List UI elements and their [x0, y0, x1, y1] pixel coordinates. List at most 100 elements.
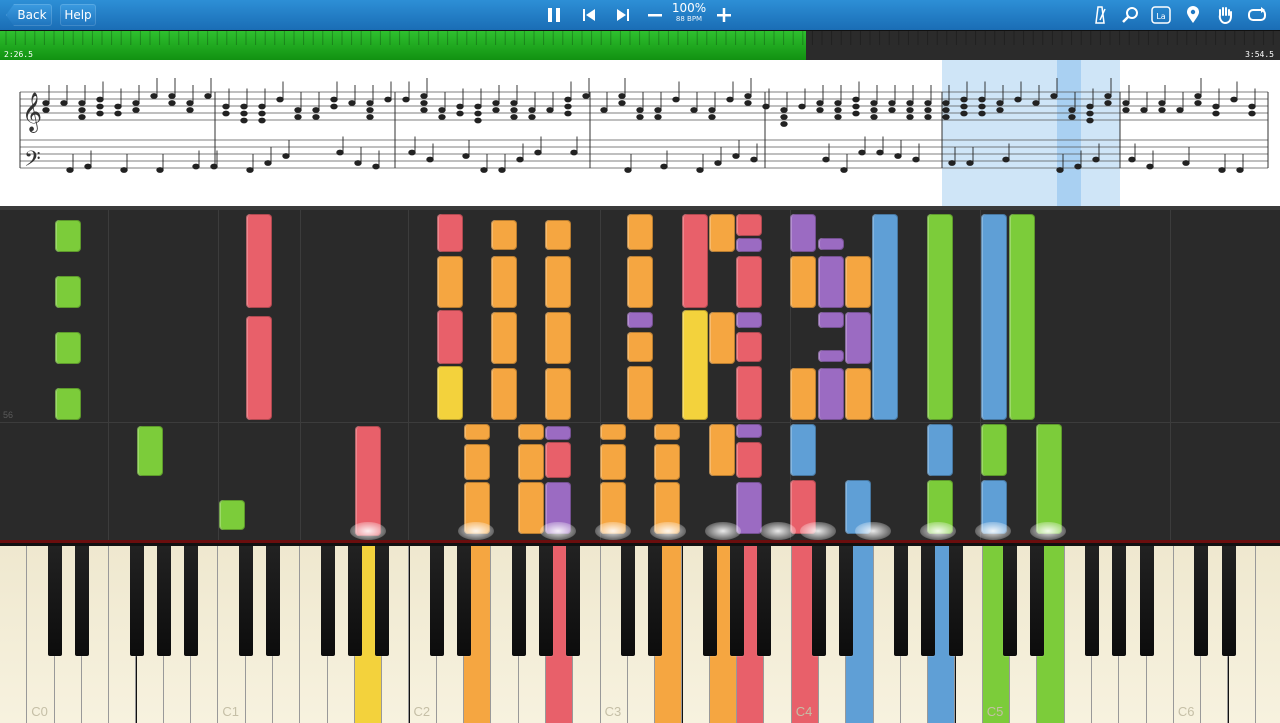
falling-note	[981, 424, 1007, 476]
score-notehead	[186, 107, 194, 113]
white-key[interactable]	[0, 546, 28, 723]
falling-note	[709, 424, 735, 476]
song-progress-bar[interactable]: 2:26.5 3:54.5	[0, 30, 1280, 61]
falling-note	[790, 256, 816, 308]
score-notehead	[498, 167, 506, 173]
score-notehead	[966, 160, 974, 166]
black-key[interactable]	[730, 546, 745, 656]
black-key[interactable]	[129, 546, 144, 656]
tempo-bpm: 88 BPM	[675, 15, 703, 23]
black-key[interactable]	[1085, 546, 1099, 656]
score-notehead	[474, 110, 482, 117]
black-key[interactable]	[429, 546, 444, 656]
black-key[interactable]	[648, 546, 663, 656]
falling-notes-area: 56	[0, 206, 1280, 544]
back-button[interactable]: Back	[6, 4, 52, 26]
falling-note	[872, 214, 898, 420]
note-labels-icon[interactable]: La	[1149, 3, 1173, 27]
falling-note	[654, 444, 680, 480]
treble-clef-icon: 𝄞	[22, 92, 42, 133]
location-pin-icon[interactable]	[1181, 3, 1205, 27]
falling-note	[545, 368, 571, 420]
black-key[interactable]	[566, 546, 581, 656]
score-notehead	[420, 93, 428, 99]
white-key[interactable]	[1255, 546, 1280, 723]
falling-note	[437, 214, 463, 252]
score-notehead	[510, 107, 518, 113]
score-notehead	[294, 114, 302, 120]
black-key[interactable]	[539, 546, 553, 656]
black-key[interactable]	[184, 546, 199, 656]
minus-icon[interactable]	[643, 3, 667, 27]
score-notehead	[942, 114, 950, 120]
black-key[interactable]	[812, 546, 826, 656]
black-key[interactable]	[1003, 546, 1018, 656]
pause-icon[interactable]	[542, 3, 566, 27]
black-key[interactable]	[238, 546, 253, 656]
score-notehead	[114, 103, 122, 110]
black-key[interactable]	[266, 546, 280, 656]
score-notehead	[1140, 107, 1148, 113]
score-notehead	[1068, 114, 1076, 120]
black-key[interactable]	[921, 546, 936, 656]
black-key[interactable]	[620, 546, 635, 656]
piano-keyboard[interactable]: C0 C1 C2 C3 C4 C5 C6	[0, 540, 1280, 723]
black-key[interactable]	[702, 546, 717, 656]
black-key[interactable]	[1221, 546, 1236, 656]
loop-icon[interactable]	[1245, 3, 1269, 27]
score-notehead	[204, 93, 212, 99]
black-key[interactable]	[74, 546, 89, 656]
black-key[interactable]	[1112, 546, 1127, 656]
score-notehead	[438, 114, 446, 120]
rewind-icon[interactable]	[578, 3, 602, 27]
black-key[interactable]	[948, 546, 963, 656]
hand-icon[interactable]	[1213, 3, 1237, 27]
black-key[interactable]	[47, 546, 62, 656]
score-notehead	[1068, 107, 1076, 113]
black-key[interactable]	[1030, 546, 1045, 656]
falling-note	[790, 424, 816, 476]
black-key[interactable]	[1194, 546, 1209, 656]
falling-note	[736, 332, 762, 362]
score-notehead	[420, 100, 428, 106]
black-key[interactable]	[1139, 546, 1154, 656]
black-key[interactable]	[375, 546, 390, 656]
score-notehead	[870, 100, 878, 106]
black-key[interactable]	[511, 546, 526, 656]
falling-note	[1009, 214, 1035, 420]
score-notehead	[408, 149, 416, 156]
score-notehead	[516, 156, 524, 163]
score-notehead	[924, 114, 932, 120]
score-notehead	[978, 110, 986, 117]
score-notehead	[372, 163, 380, 170]
black-key[interactable]	[457, 546, 472, 656]
black-key[interactable]	[893, 546, 908, 656]
score-notehead	[258, 117, 266, 124]
score-notehead	[840, 167, 848, 173]
falling-note	[55, 388, 81, 420]
roll-gridline	[108, 210, 109, 544]
falling-note	[709, 312, 735, 364]
metronome-icon[interactable]	[1088, 3, 1112, 27]
score-notehead	[564, 96, 572, 103]
falling-note	[627, 214, 653, 250]
score-notehead	[1086, 117, 1094, 124]
black-key[interactable]	[347, 546, 362, 656]
black-key[interactable]	[839, 546, 854, 656]
zoom-percent: 100%	[671, 1, 707, 15]
plus-icon[interactable]	[712, 3, 736, 27]
score-notehead	[870, 114, 878, 120]
score-notehead	[210, 163, 218, 170]
black-key[interactable]	[320, 546, 335, 656]
score-notehead	[780, 121, 788, 127]
score-notehead	[1014, 96, 1022, 103]
black-key[interactable]	[156, 546, 171, 656]
skip-forward-icon[interactable]	[610, 3, 634, 27]
search-icon[interactable]	[1118, 3, 1142, 27]
black-key[interactable]	[757, 546, 772, 656]
score-notehead	[1182, 160, 1190, 166]
score-notehead	[330, 103, 338, 110]
help-button[interactable]: Help	[60, 4, 96, 26]
score-notehead	[960, 103, 968, 110]
key-hit-spark	[1030, 522, 1066, 540]
